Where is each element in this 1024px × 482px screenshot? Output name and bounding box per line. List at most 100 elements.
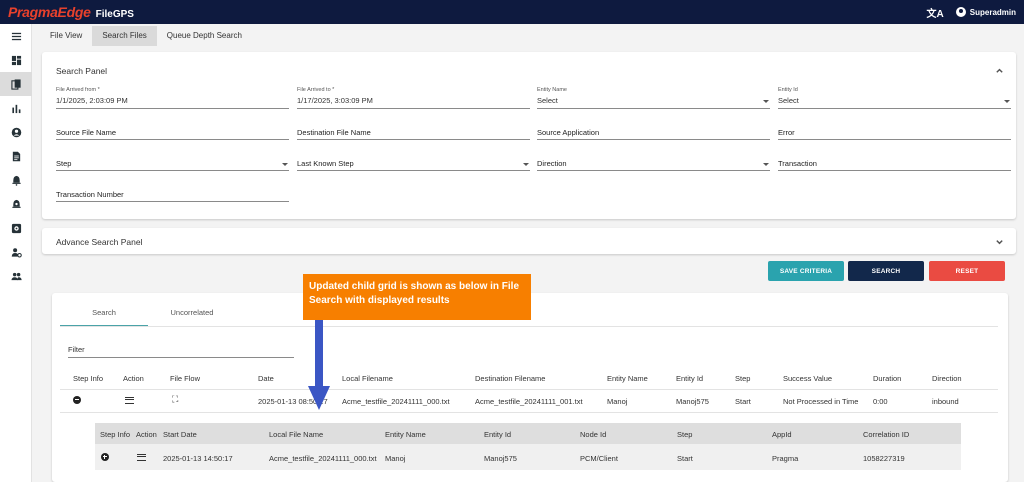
file-arrived-from-label: File Arrived from * xyxy=(56,87,100,93)
last-known-step-select[interactable]: Last Known Step xyxy=(297,157,530,171)
tab-uncorrelated[interactable]: Uncorrelated xyxy=(148,305,236,327)
user-name: Superadmin xyxy=(969,7,1016,17)
file-arrived-from-field[interactable]: File Arrived from * 1/1/2025, 2:03:09 PM xyxy=(56,87,289,109)
search-panel-title: Search Panel xyxy=(56,66,108,76)
row-entity-id: Manoj575 xyxy=(676,397,709,406)
tab-queue-depth-search[interactable]: Queue Depth Search xyxy=(157,26,252,46)
transaction-placeholder: Transaction xyxy=(778,159,817,168)
child-correlation-id: 1058227319 xyxy=(863,454,905,463)
file-arrived-from-value: 1/1/2025, 2:03:09 PM xyxy=(56,96,128,105)
destination-file-name-input[interactable]: Destination File Name xyxy=(297,126,530,140)
child-local-file-name: Acme_testfile_20241111_000.txt xyxy=(269,454,377,463)
settings-box-icon[interactable] xyxy=(0,216,32,240)
page-tabs: File View Search Files Queue Depth Searc… xyxy=(32,26,252,46)
col-date: Date xyxy=(258,374,274,383)
results-tabs: Search Uncorrelated xyxy=(60,305,236,327)
header-divider xyxy=(60,389,998,390)
translate-icon[interactable]: 文A xyxy=(927,5,944,20)
user-circle-icon[interactable] xyxy=(0,120,32,144)
error-placeholder: Error xyxy=(778,128,795,137)
files-icon[interactable] xyxy=(0,72,32,96)
child-action-menu-icon[interactable] xyxy=(137,454,146,463)
user-menu[interactable]: Superadmin xyxy=(955,7,1016,17)
col-direction: Direction xyxy=(932,374,962,383)
annotation-arrow xyxy=(308,320,330,410)
child-col-step: Step xyxy=(677,430,693,439)
col-duration: Duration xyxy=(873,374,902,383)
chevron-up-icon[interactable] xyxy=(995,66,1004,75)
child-col-action: Action xyxy=(136,430,157,439)
tab-search-files[interactable]: Search Files xyxy=(92,26,157,46)
row-step: Start xyxy=(735,397,751,406)
dropdown-arrow-icon xyxy=(523,163,529,166)
action-menu-icon[interactable] xyxy=(125,397,134,406)
transaction-number-input[interactable]: Transaction Number xyxy=(56,188,289,202)
child-grid: Step Info Action Start Date Local File N… xyxy=(95,423,961,470)
user-gear-icon[interactable] xyxy=(0,240,32,264)
child-col-correlation-id: Correlation ID xyxy=(863,430,910,439)
col-destination-filename: Destination Filename xyxy=(475,374,546,383)
child-entity-name: Manoj xyxy=(385,454,406,463)
step-select[interactable]: Step xyxy=(56,157,289,171)
child-col-step-info: Step Info xyxy=(100,430,131,439)
col-file-flow: File Flow xyxy=(170,374,201,383)
sidebar xyxy=(0,24,32,482)
col-local-filename: Local Filename xyxy=(342,374,393,383)
product-name: FileGPS xyxy=(95,9,134,20)
entity-name-value: Select xyxy=(537,96,558,105)
advance-search-panel[interactable]: Advance Search Panel xyxy=(42,228,1016,254)
top-bar: PragmaEdge FileGPS 文A Superadmin xyxy=(0,0,1024,24)
expand-row-icon[interactable] xyxy=(101,453,109,463)
chevron-down-icon[interactable] xyxy=(995,237,1004,246)
save-criteria-button[interactable]: SAVE CRITERIA xyxy=(768,261,844,281)
tab-file-view[interactable]: File View xyxy=(32,26,92,46)
row-direction: inbound xyxy=(932,397,959,406)
source-application-placeholder: Source Application xyxy=(537,128,600,137)
entity-id-select[interactable]: Entity Id Select xyxy=(778,87,1011,109)
search-panel: Search Panel File Arrived from * 1/1/202… xyxy=(42,52,1016,219)
tab-search[interactable]: Search xyxy=(60,305,148,327)
step-placeholder: Step xyxy=(56,159,72,168)
alert-settings-icon[interactable] xyxy=(0,192,32,216)
document-icon[interactable] xyxy=(0,144,32,168)
bar-chart-icon[interactable] xyxy=(0,96,32,120)
expand-flow-icon[interactable]: ⛶ xyxy=(172,394,178,405)
group-icon[interactable] xyxy=(0,264,32,288)
child-entity-id: Manoj575 xyxy=(484,454,517,463)
col-action: Action xyxy=(123,374,144,383)
dropdown-arrow-icon xyxy=(763,163,769,166)
last-known-step-placeholder: Last Known Step xyxy=(297,159,354,168)
row-local-filename: Acme_testfile_20241111_000.txt xyxy=(342,397,450,406)
alert-icon[interactable] xyxy=(0,168,32,192)
col-success-value: Success Value xyxy=(783,374,833,383)
filter-input[interactable]: Filter xyxy=(68,345,294,358)
child-col-entity-name: Entity Name xyxy=(385,430,426,439)
child-col-entity-id: Entity Id xyxy=(484,430,512,439)
transaction-input[interactable]: Transaction xyxy=(778,157,1011,171)
account-icon xyxy=(955,7,966,17)
row-destination-filename: Acme_testfile_20241111_001.txt xyxy=(475,397,583,406)
entity-name-label: Entity Name xyxy=(537,87,567,93)
child-node-id: PCM/Client xyxy=(580,454,618,463)
col-step: Step xyxy=(735,374,751,383)
dropdown-arrow-icon xyxy=(282,163,288,166)
collapse-row-icon[interactable] xyxy=(73,396,81,406)
entity-name-select[interactable]: Entity Name Select xyxy=(537,87,770,109)
row-divider xyxy=(60,412,998,413)
search-button[interactable]: SEARCH xyxy=(848,261,924,281)
dashboard-icon[interactable] xyxy=(0,48,32,72)
brand[interactable]: PragmaEdge FileGPS xyxy=(8,4,134,20)
child-col-local-file-name: Local File Name xyxy=(269,430,324,439)
source-file-name-placeholder: Source File Name xyxy=(56,128,117,137)
source-file-name-input[interactable]: Source File Name xyxy=(56,126,289,140)
col-entity-name: Entity Name xyxy=(607,374,648,383)
entity-id-label: Entity Id xyxy=(778,87,798,93)
reset-button[interactable]: RESET xyxy=(929,261,1005,281)
direction-select[interactable]: Direction xyxy=(537,157,770,171)
results-panel: Search Uncorrelated Filter Step Info Act… xyxy=(52,293,1008,482)
advance-search-title: Advance Search Panel xyxy=(56,237,143,247)
file-arrived-to-field[interactable]: File Arrived to * 1/17/2025, 3:03:09 PM xyxy=(297,87,530,109)
menu-icon[interactable] xyxy=(0,24,32,48)
error-input[interactable]: Error xyxy=(778,126,1011,140)
source-application-input[interactable]: Source Application xyxy=(537,126,770,140)
